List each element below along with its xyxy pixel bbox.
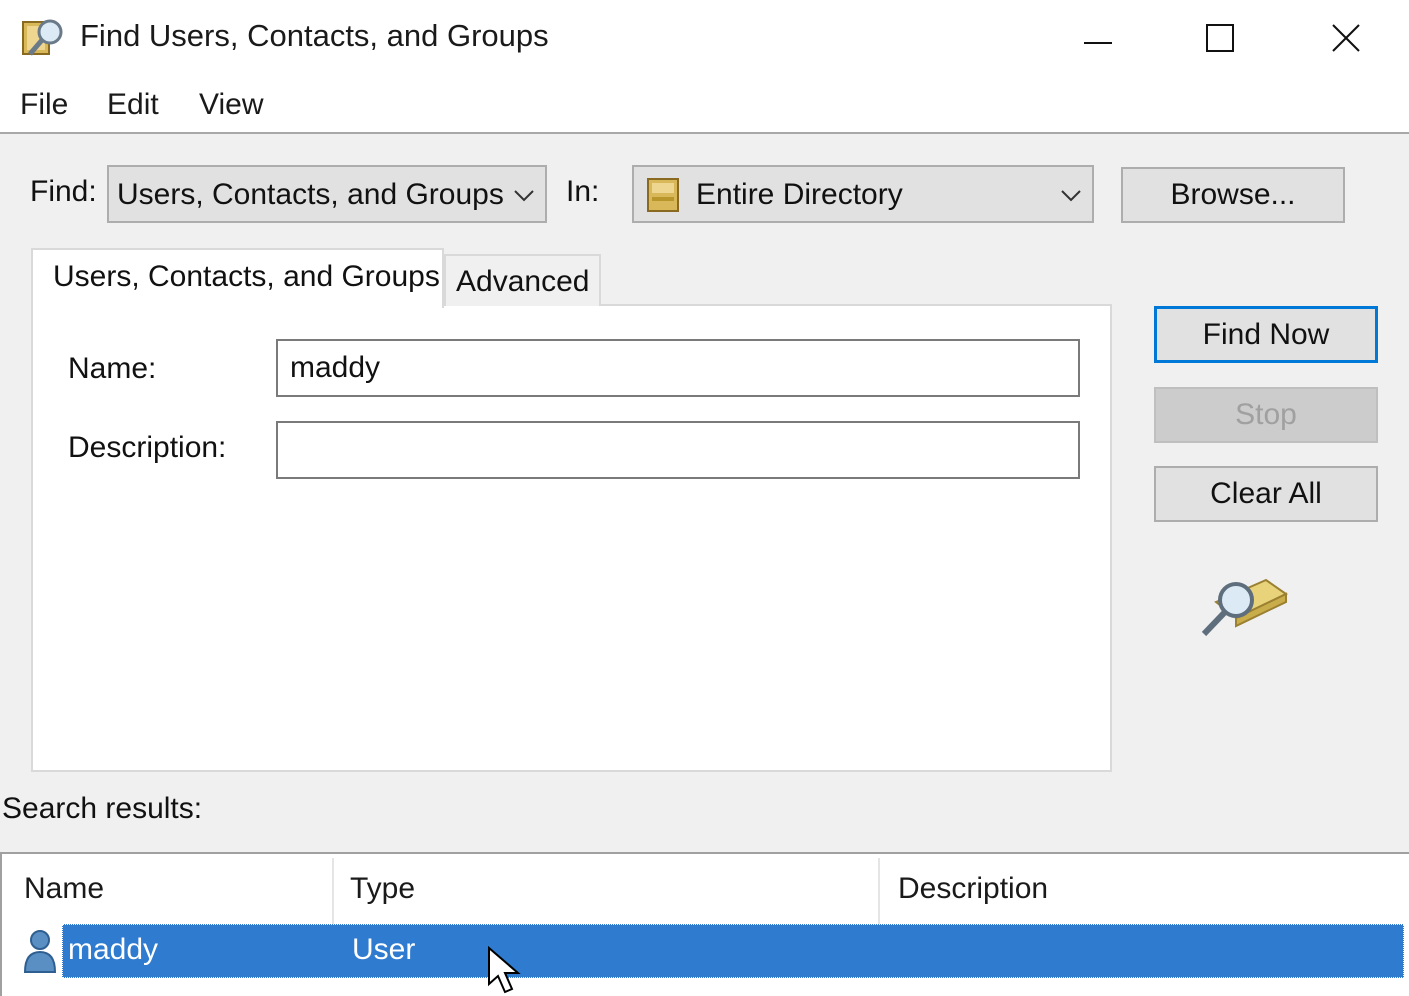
table-row[interactable]: maddy User	[62, 924, 1404, 978]
user-icon	[23, 930, 57, 973]
tab-users-contacts-groups-label: Users, Contacts, and Groups	[53, 260, 440, 293]
column-divider[interactable]	[878, 858, 880, 924]
tab-users-contacts-groups[interactable]: Users, Contacts, and Groups	[31, 248, 444, 308]
find-label: Find:	[30, 175, 97, 208]
mouse-cursor-icon	[488, 946, 521, 994]
maximize-icon	[1206, 24, 1234, 52]
find-now-button[interactable]: Find Now	[1154, 306, 1378, 363]
close-icon	[1332, 24, 1360, 52]
menu-file[interactable]: File	[20, 88, 68, 122]
menu-bar: File Edit View	[0, 76, 1409, 134]
stop-button[interactable]: Stop	[1154, 387, 1378, 443]
chevron-down-icon	[514, 190, 534, 202]
name-label: Name:	[68, 352, 157, 385]
minimize-icon	[1084, 42, 1112, 44]
name-input[interactable]	[278, 341, 1078, 395]
column-divider[interactable]	[332, 858, 334, 924]
in-location-value: Entire Directory	[696, 178, 903, 211]
description-input[interactable]	[278, 423, 1078, 477]
maximize-button[interactable]	[1160, 0, 1280, 76]
column-header-name[interactable]: Name	[24, 854, 104, 924]
find-app-icon	[22, 19, 63, 56]
search-magnifier-icon	[1201, 578, 1288, 637]
find-type-select[interactable]: Users, Contacts, and Groups	[107, 165, 547, 223]
result-name-cell: maddy	[68, 933, 159, 966]
tab-advanced-label: Advanced	[456, 265, 590, 298]
name-field[interactable]	[276, 339, 1080, 397]
minimize-button[interactable]	[1038, 0, 1158, 76]
column-header-description[interactable]: Description	[898, 854, 1048, 924]
tab-advanced[interactable]: Advanced	[444, 254, 601, 306]
result-type-cell: User	[352, 933, 416, 966]
directory-icon	[647, 178, 679, 212]
column-header-type[interactable]: Type	[350, 854, 415, 924]
description-field[interactable]	[276, 421, 1080, 479]
menu-view[interactable]: View	[199, 88, 263, 122]
chevron-down-icon	[1061, 190, 1081, 202]
search-results-label: Search results:	[2, 792, 203, 825]
title-bar: Find Users, Contacts, and Groups	[0, 0, 1409, 76]
close-button[interactable]	[1286, 0, 1406, 76]
description-label: Description:	[68, 431, 227, 464]
browse-button[interactable]: Browse...	[1121, 167, 1345, 223]
in-label: In:	[566, 175, 600, 208]
results-list: Name Type Description maddy User	[0, 852, 1409, 996]
find-type-value: Users, Contacts, and Groups	[117, 178, 504, 211]
in-location-select[interactable]: Entire Directory	[632, 165, 1094, 223]
menu-edit[interactable]: Edit	[107, 88, 159, 122]
clear-all-button[interactable]: Clear All	[1154, 466, 1378, 522]
window-title: Find Users, Contacts, and Groups	[80, 18, 549, 53]
